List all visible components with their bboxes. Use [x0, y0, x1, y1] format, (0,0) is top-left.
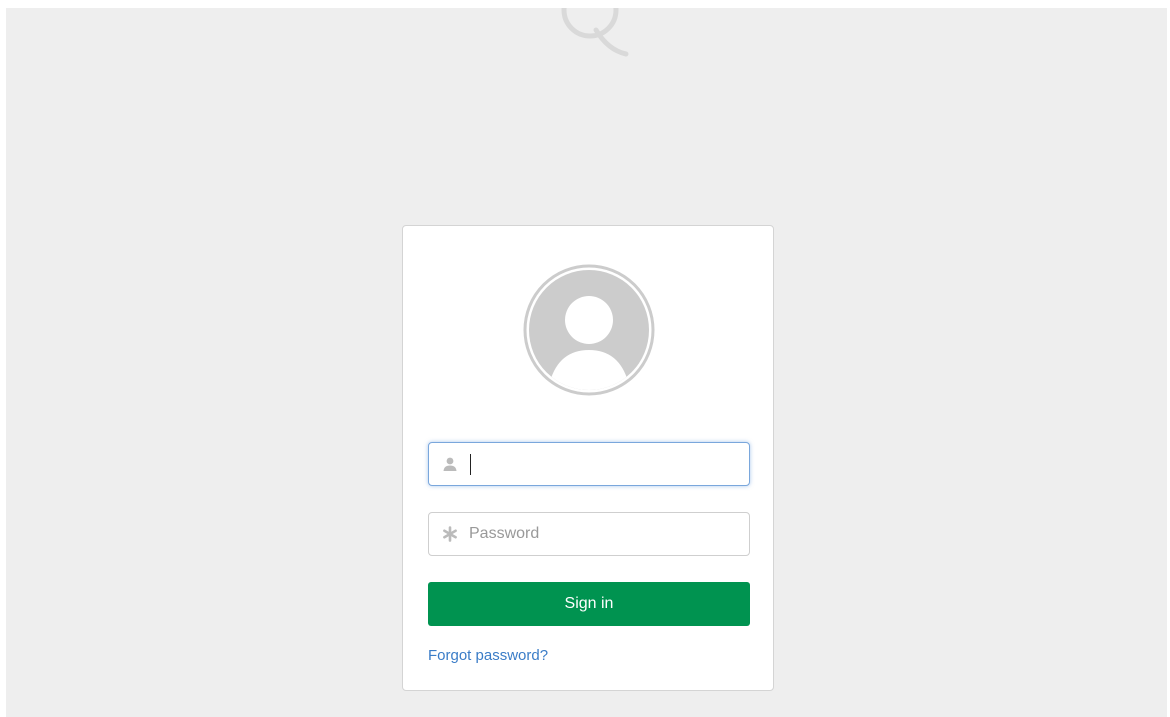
forgot-password-link[interactable]: Forgot password?	[428, 647, 548, 664]
q-logo-icon	[561, 8, 629, 57]
user-icon	[443, 457, 457, 471]
password-field[interactable]	[428, 512, 750, 556]
text-cursor	[470, 454, 471, 475]
sign-in-button[interactable]: Sign in	[428, 582, 750, 626]
username-field[interactable]	[428, 442, 750, 486]
username-input[interactable]	[469, 443, 739, 485]
login-page: Sign in Forgot password?	[6, 8, 1167, 717]
user-avatar-icon	[523, 264, 655, 396]
login-card: Sign in Forgot password?	[402, 225, 774, 691]
password-input[interactable]	[469, 513, 739, 555]
asterisk-icon	[443, 526, 457, 542]
